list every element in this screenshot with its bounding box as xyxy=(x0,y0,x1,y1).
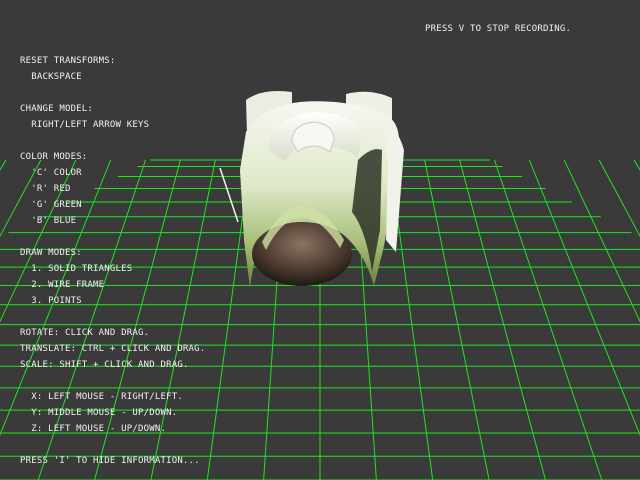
info-color-label: COLOR MODES: xyxy=(20,152,88,162)
info-model-keys: RIGHT/LEFT ARROW KEYS xyxy=(20,120,150,130)
info-translate: TRANSLATE: CTRL + CLICK AND DRAG. xyxy=(20,344,206,354)
info-draw-solid: 1. SOLID TRIANGLES xyxy=(20,264,133,274)
3d-model[interactable] xyxy=(219,91,404,288)
info-axis-y: Y: MIDDLE MOUSE - UP/DOWN. xyxy=(20,408,178,418)
info-draw-points: 3. POINTS xyxy=(20,296,82,306)
info-reset-key: BACKSPACE xyxy=(20,72,82,82)
info-draw-label: DRAW MODES: xyxy=(20,248,82,258)
info-draw-wire: 2. WIRE FRAME xyxy=(20,280,105,290)
grid-line xyxy=(598,159,640,238)
info-reset-label: RESET TRANSFORMS: xyxy=(20,56,116,66)
info-color-r: 'R' RED xyxy=(20,184,71,194)
grid-line xyxy=(459,159,546,480)
grid-line xyxy=(528,159,640,437)
render-viewport[interactable]: PRESS V TO STOP RECORDING. RESET TRANSFO… xyxy=(0,0,640,480)
info-color-b: 'B' BLUE xyxy=(20,216,77,226)
info-hide-hint: PRESS 'I' TO HIDE INFORMATION... xyxy=(20,456,200,466)
info-scale: SCALE: SHIFT + CLICK AND DRAG. xyxy=(20,360,189,370)
info-color-c: 'C' COLOR xyxy=(20,168,82,178)
grid-line xyxy=(424,159,490,480)
info-model-label: CHANGE MODEL: xyxy=(20,104,94,114)
info-rotate: ROTATE: CLICK AND DRAG. xyxy=(20,328,150,338)
recording-hint: PRESS V TO STOP RECORDING. xyxy=(425,24,572,34)
grid-line xyxy=(563,159,640,323)
info-color-g: 'G' GREEN xyxy=(20,200,82,210)
info-axis-x: X: LEFT MOUSE - RIGHT/LEFT. xyxy=(20,392,183,402)
info-axis-z: Z: LEFT MOUSE - UP/DOWN. xyxy=(20,424,167,434)
